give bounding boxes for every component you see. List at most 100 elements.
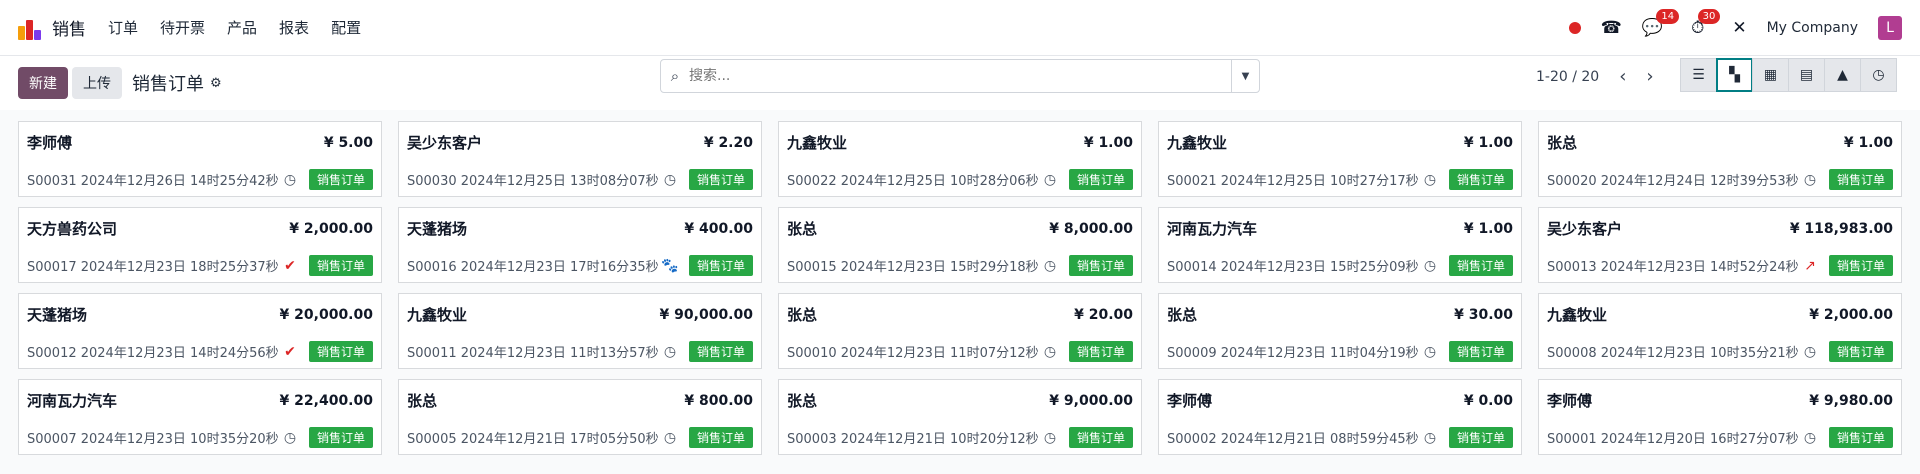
pivot-view-icon[interactable]: ▤: [1788, 58, 1825, 92]
order-amount: ¥ 5.00: [323, 134, 373, 151]
company-name[interactable]: My Company: [1767, 20, 1858, 36]
menu-item-configuration[interactable]: 配置: [331, 17, 361, 38]
graph-view-icon[interactable]: ▲: [1824, 58, 1861, 92]
pager-next-icon[interactable]: ›: [1646, 66, 1653, 87]
status-badge: 销售订单: [308, 255, 373, 276]
kanban-card[interactable]: 天方兽药公司 ¥ 2,000.00 S00017 2024年12月23日 18时25…: [18, 207, 382, 283]
kanban-card[interactable]: 吴少东客户 ¥ 118,983.00 S00013 2024年12月23日 14时5…: [1538, 207, 1902, 283]
menu-item-reporting[interactable]: 报表: [279, 17, 309, 38]
status-badge: 销售订单: [1828, 341, 1893, 362]
chat-icon[interactable]: 💬 14: [1642, 8, 1680, 38]
kanban-card[interactable]: 张总 ¥ 8,000.00 S00015 2024年12月23日 15时29分18秒…: [778, 207, 1142, 283]
order-reference: S00031 2024年12月26日 14时25分42秒: [27, 174, 279, 189]
check-icon[interactable]: ✔: [279, 344, 301, 360]
clock-icon[interactable]: ◷: [1799, 430, 1821, 446]
status-badge: 销售订单: [1828, 427, 1893, 448]
customer-name: 张总: [787, 306, 818, 324]
activity-badge: 30: [1697, 8, 1721, 24]
order-reference: S00001 2024年12月20日 16时27分07秒: [1547, 432, 1799, 447]
pager-value[interactable]: 1-20 / 20: [1536, 69, 1599, 85]
top-navbar: 销售 订单 待开票 产品 报表 配置 ☎ 💬 14 ⏱ 30 ✕ My Compan…: [0, 0, 1920, 56]
kanban-card[interactable]: 河南瓦力汽车 ¥ 22,400.00 S00007 2024年12月23日 10时3…: [18, 379, 382, 455]
menu-item-products[interactable]: 产品: [227, 17, 257, 38]
kanban-card[interactable]: 吴少东客户 ¥ 2.20 S00030 2024年12月25日 13时08分07秒 ◷…: [398, 121, 762, 197]
clock-icon[interactable]: ◷: [1799, 172, 1821, 188]
paw-icon[interactable]: 🐾: [659, 258, 681, 274]
order-amount: ¥ 8,000.00: [1049, 220, 1133, 237]
customer-name: 九鑫牧业: [407, 306, 468, 324]
check-icon[interactable]: ✔: [279, 258, 301, 274]
kanban-card[interactable]: 九鑫牧业 ¥ 90,000.00 S00011 2024年12月23日 11时13分…: [398, 293, 762, 369]
clock-icon[interactable]: ◷: [659, 172, 681, 188]
clock-icon[interactable]: ◷: [1039, 430, 1061, 446]
clock-icon[interactable]: ◷: [279, 430, 301, 446]
kanban-card[interactable]: 天蓬猪场 ¥ 20,000.00 S00012 2024年12月23日 14时24分…: [18, 293, 382, 369]
kanban-card[interactable]: 张总 ¥ 9,000.00 S00003 2024年12月21日 10时20分12秒…: [778, 379, 1142, 455]
order-amount: ¥ 1.00: [1463, 134, 1513, 151]
order-reference: S00011 2024年12月23日 11时13分57秒: [407, 346, 659, 361]
gear-icon[interactable]: ⚙: [210, 76, 222, 91]
main-menu: 订单 待开票 产品 报表 配置: [108, 17, 361, 38]
activity-view-icon[interactable]: ◷: [1860, 58, 1897, 92]
upload-button[interactable]: 上传: [72, 67, 122, 99]
customer-name: 李师傅: [1167, 392, 1213, 410]
sales-app-logo-icon[interactable]: [18, 16, 42, 40]
status-badge: 销售订单: [688, 169, 753, 190]
order-amount: ¥ 20.00: [1074, 306, 1133, 323]
kanban-card[interactable]: 张总 ¥ 30.00 S00009 2024年12月23日 11时04分19秒 ◷ 销售…: [1158, 293, 1522, 369]
order-reference: S00013 2024年12月23日 14时52分24秒: [1547, 260, 1799, 275]
kanban-card[interactable]: 河南瓦力汽车 ¥ 1.00 S00014 2024年12月23日 15时25分09秒…: [1158, 207, 1522, 283]
kanban-board: 李师傅 ¥ 5.00 S00031 2024年12月26日 14时25分42秒 ◷ 销售…: [18, 121, 1902, 455]
pager: 1-20 / 20 ‹ ›: [1536, 66, 1654, 87]
clock-icon[interactable]: ◷: [1039, 258, 1061, 274]
app-name[interactable]: 销售: [52, 15, 86, 40]
activity-clock-icon[interactable]: ⏱ 30: [1691, 8, 1721, 38]
clock-icon[interactable]: ◷: [279, 172, 301, 188]
clock-icon[interactable]: ◷: [1039, 344, 1061, 360]
kanban-card[interactable]: 张总 ¥ 800.00 S00005 2024年12月21日 17时05分50秒 ◷ 销…: [398, 379, 762, 455]
status-badge: 销售订单: [308, 427, 373, 448]
calendar-view-icon[interactable]: ▦: [1752, 58, 1789, 92]
search-input[interactable]: [689, 60, 1231, 92]
customer-name: 张总: [787, 220, 818, 238]
order-amount: ¥ 20,000.00: [279, 306, 373, 323]
clock-icon[interactable]: ◷: [1419, 430, 1441, 446]
kanban-card[interactable]: 李师傅 ¥ 5.00 S00031 2024年12月26日 14时25分42秒 ◷ 销售…: [18, 121, 382, 197]
order-amount: ¥ 400.00: [684, 220, 753, 237]
kanban-view-icon[interactable]: ▚: [1716, 58, 1753, 92]
kanban-card[interactable]: 李师傅 ¥ 0.00 S00002 2024年12月21日 08时59分45秒 ◷ 销售…: [1158, 379, 1522, 455]
new-button[interactable]: 新建: [18, 67, 68, 99]
pager-previous-icon[interactable]: ‹: [1619, 66, 1626, 87]
search-options-toggle-icon[interactable]: ▼: [1231, 60, 1259, 92]
menu-item-orders[interactable]: 订单: [108, 17, 138, 38]
order-reference: S00016 2024年12月23日 17时16分35秒: [407, 260, 659, 275]
kanban-card[interactable]: 李师傅 ¥ 9,980.00 S00001 2024年12月20日 16时27分07…: [1538, 379, 1902, 455]
status-badge: 销售订单: [1068, 255, 1133, 276]
kanban-card[interactable]: 九鑫牧业 ¥ 1.00 S00022 2024年12月25日 10时28分06秒 ◷ 销…: [778, 121, 1142, 197]
menu-item-to-invoice[interactable]: 待开票: [160, 17, 205, 38]
kanban-card[interactable]: 张总 ¥ 20.00 S00010 2024年12月23日 11时07分12秒 ◷ 销售…: [778, 293, 1142, 369]
user-avatar[interactable]: L: [1878, 15, 1902, 40]
recording-dot-icon[interactable]: [1568, 21, 1581, 34]
clock-icon[interactable]: ◷: [659, 430, 681, 446]
clock-icon[interactable]: ◷: [1419, 344, 1441, 360]
customer-name: 吴少东客户: [1547, 220, 1623, 238]
list-view-icon[interactable]: ☰: [1680, 58, 1717, 92]
clock-icon[interactable]: ◷: [1799, 344, 1821, 360]
kanban-card[interactable]: 张总 ¥ 1.00 S00020 2024年12月24日 12时39分53秒 ◷ 销售订…: [1538, 121, 1902, 197]
customer-name: 李师傅: [1547, 392, 1593, 410]
clock-icon[interactable]: ◷: [1419, 172, 1441, 188]
status-badge: 销售订单: [1068, 169, 1133, 190]
order-reference: S00021 2024年12月25日 10时27分17秒: [1167, 174, 1419, 189]
status-badge: 销售订单: [688, 341, 753, 362]
clock-icon[interactable]: ◷: [1419, 258, 1441, 274]
clock-icon[interactable]: ◷: [659, 344, 681, 360]
kanban-card[interactable]: 天蓬猪场 ¥ 400.00 S00016 2024年12月23日 17时16分35秒…: [398, 207, 762, 283]
trend-icon[interactable]: ↗: [1799, 258, 1821, 274]
kanban-card[interactable]: 九鑫牧业 ¥ 2,000.00 S00008 2024年12月23日 10时35分2…: [1538, 293, 1902, 369]
tools-icon[interactable]: ✕: [1732, 18, 1746, 38]
phone-icon[interactable]: ☎: [1601, 18, 1622, 38]
order-reference: S00002 2024年12月21日 08时59分45秒: [1167, 432, 1419, 447]
clock-icon[interactable]: ◷: [1039, 172, 1061, 188]
kanban-card[interactable]: 九鑫牧业 ¥ 1.00 S00021 2024年12月25日 10时27分17秒 ◷ 销…: [1158, 121, 1522, 197]
